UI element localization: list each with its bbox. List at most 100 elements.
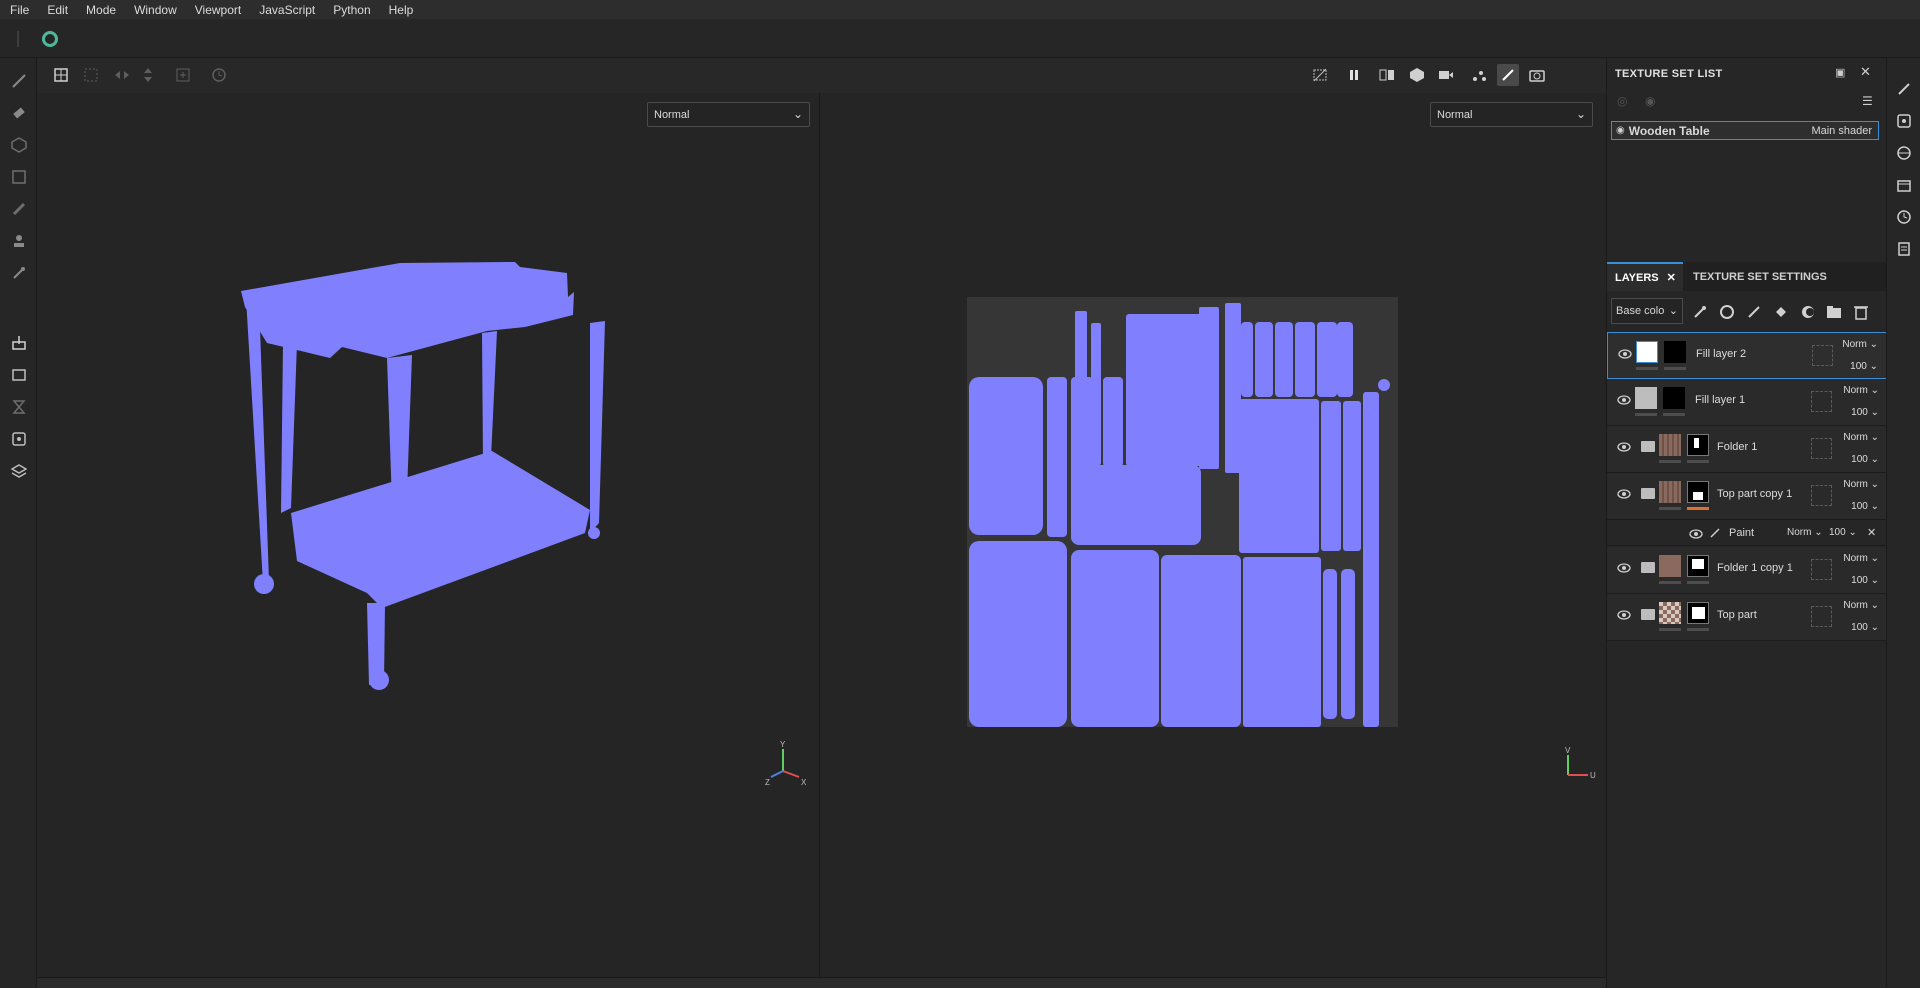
add-folder-icon[interactable] [1823,301,1845,323]
layer-opacity[interactable]: 100 ⌄ [1851,454,1879,465]
layer-row[interactable]: Top part Norm ⌄ 100 ⌄ [1607,594,1887,641]
eye-icon[interactable] [1689,528,1703,540]
texture-set-item[interactable]: ◉ Wooden Table Main shader [1611,121,1879,140]
menu-javascript[interactable]: JavaScript [249,3,323,17]
layer-thumbnail[interactable] [1659,481,1681,503]
3d-view-icon[interactable] [1406,64,1428,86]
shelf-icon[interactable] [10,462,28,480]
menu-file[interactable]: File [0,3,37,17]
particles-icon[interactable] [1468,64,1490,86]
view-split-icon[interactable] [1376,64,1398,86]
clone-stamp-icon[interactable] [10,232,28,250]
eye-icon[interactable] [1617,488,1631,500]
layer-thumbnail[interactable] [1636,341,1658,363]
hourglass-icon[interactable] [10,398,28,416]
list-menu-icon[interactable]: ☰ [1862,94,1873,108]
layer-thumbnail[interactable] [1659,602,1681,624]
mirror-vertical-icon[interactable] [137,64,159,86]
mask-thumbnail[interactable] [1663,387,1685,409]
mask-thumbnail[interactable] [1687,555,1709,577]
eye-icon[interactable]: ◉ [1616,125,1625,136]
close-icon[interactable]: ✕ [1867,526,1876,539]
hide-ui-icon[interactable] [1309,64,1331,86]
layer-opacity[interactable]: 100 ⌄ [1851,575,1879,586]
screenshot-camera-icon[interactable] [1526,64,1548,86]
history-icon[interactable] [208,64,230,86]
grid-select-icon[interactable] [50,64,72,86]
blend-mode-dropdown[interactable]: Norm ⌄ [1843,432,1879,443]
eye-icon[interactable] [1617,609,1631,621]
tab-texture-set-settings[interactable]: TEXTURE SET SETTINGS [1685,262,1835,291]
menu-help[interactable]: Help [379,3,422,17]
add-frame-icon[interactable] [172,64,194,86]
mask-thumbnail[interactable] [1687,602,1709,624]
add-mask-icon[interactable] [1797,301,1819,323]
layer-thumbnail[interactable] [1635,387,1657,409]
paint-mode-icon[interactable] [1497,64,1519,86]
layer-row[interactable]: Fill layer 1 Norm ⌄ 100 ⌄ [1607,379,1887,426]
smudge-icon[interactable] [10,200,28,218]
menu-mode[interactable]: Mode [76,3,124,17]
blend-mode-dropdown[interactable]: Norm ⌄ [1843,385,1879,396]
maximize-icon[interactable]: ▣ [1835,66,1845,79]
display-settings-icon[interactable] [10,430,28,448]
eye-icon[interactable] [1617,394,1631,406]
opacity-dropbox[interactable] [1811,438,1832,459]
toolbar-grip[interactable] [17,31,19,47]
bake-icon[interactable] [10,366,28,384]
grid-icon[interactable] [80,64,102,86]
menu-edit[interactable]: Edit [37,3,76,17]
uv-texture-canvas[interactable] [967,297,1398,727]
layer-thumbnail[interactable] [1659,434,1681,456]
menu-python[interactable]: Python [323,3,378,17]
magic-wand-icon[interactable] [1689,301,1711,323]
mask-thumbnail[interactable] [1687,434,1709,456]
viewport-2d-mode-dropdown[interactable]: Normal ⌄ [1430,102,1593,127]
archive-icon[interactable] [1895,176,1913,194]
camera-video-icon[interactable] [1435,64,1457,86]
layer-thumbnail[interactable] [1659,555,1681,577]
pause-icon[interactable] [1343,64,1365,86]
environment-icon[interactable] [1895,144,1913,162]
paint-brush-icon[interactable] [10,72,28,90]
layer-row[interactable]: Fill layer 2 Norm ⌄ 100 ⌄ [1607,332,1887,379]
eraser-icon[interactable] [10,104,28,122]
brush-settings-icon[interactable] [1895,80,1913,98]
add-layer-icon[interactable] [1716,301,1738,323]
close-icon[interactable]: ✕ [1667,271,1676,284]
blend-mode-dropdown[interactable]: Norm ⌄ [1843,553,1879,564]
blend-mode-dropdown[interactable]: Norm ⌄ [1843,479,1879,490]
trash-icon[interactable] [1850,301,1872,323]
close-icon[interactable]: ✕ [1860,64,1871,80]
eye-icon[interactable] [1618,348,1632,360]
add-fill-layer-icon[interactable] [1770,301,1792,323]
log-icon[interactable] [1895,240,1913,258]
opacity-dropbox[interactable] [1811,391,1832,412]
effect-blend-dropdown[interactable]: Norm ⌄ [1787,527,1823,538]
blend-mode-dropdown[interactable]: Norm ⌄ [1843,600,1879,611]
blend-mode-dropdown[interactable]: Norm ⌄ [1842,339,1878,350]
channel-dropdown[interactable]: Base colo ⌄ [1611,298,1683,324]
mask-thumbnail[interactable] [1687,481,1709,503]
hidden-eye-icon[interactable]: ◎ [1617,94,1627,108]
eye-icon[interactable] [1617,562,1631,574]
eye-icon[interactable] [1617,441,1631,453]
history-icon[interactable] [1895,208,1913,226]
add-paint-layer-icon[interactable] [1743,301,1765,323]
export-icon[interactable] [10,334,28,352]
display-settings-icon[interactable] [1895,112,1913,130]
menu-window[interactable]: Window [124,3,185,17]
table-3d-model[interactable] [37,93,819,977]
color-picker-icon[interactable] [10,264,28,282]
eye-icon[interactable]: ◉ [1645,94,1655,108]
opacity-dropbox[interactable] [1812,345,1833,366]
opacity-dropbox[interactable] [1811,485,1832,506]
effect-opacity[interactable]: 100 ⌄ [1829,527,1857,538]
viewport-2d[interactable]: Normal ⌄ V U [820,93,1606,977]
layer-row[interactable]: Top part copy 1 Norm ⌄ 100 ⌄ [1607,473,1887,520]
menu-viewport[interactable]: Viewport [185,3,249,17]
symmetry-icon[interactable] [111,64,133,86]
effect-row[interactable]: Paint Norm ⌄ 100 ⌄ ✕ [1607,520,1887,546]
layer-opacity[interactable]: 100 ⌄ [1850,361,1878,372]
polygon-fill-icon[interactable] [10,168,28,186]
